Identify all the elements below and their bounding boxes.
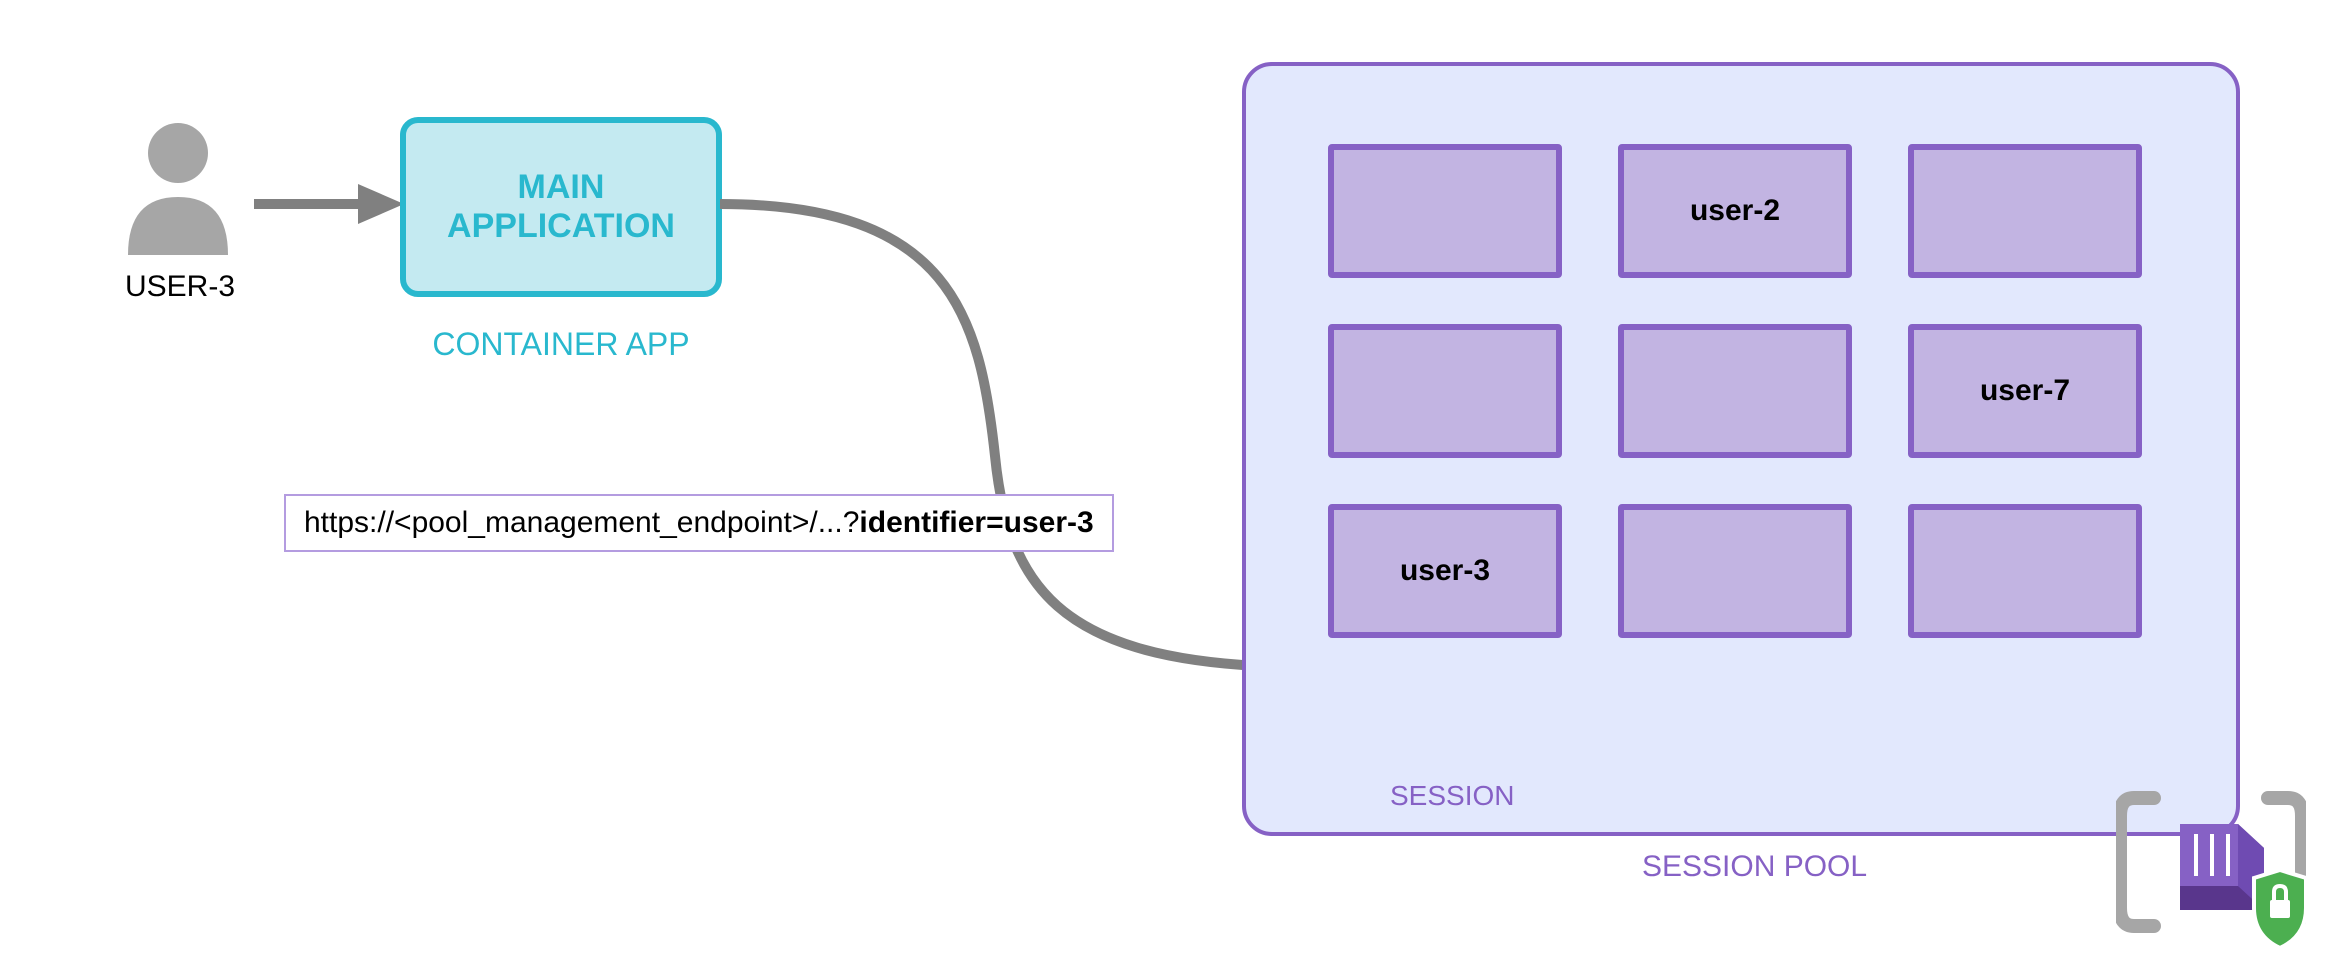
session-box	[1618, 324, 1852, 458]
url-identifier: identifier=user-3	[859, 506, 1093, 539]
sessions-grid: user-2 user-7 user-3	[1328, 144, 2142, 638]
session-box	[1908, 504, 2142, 638]
url-box: https://<pool_management_endpoint>/...?i…	[284, 494, 1114, 552]
container-app-subtitle: CONTAINER APP	[400, 326, 722, 363]
session-label: SESSION	[1390, 780, 1514, 812]
container-apps-icon	[2116, 780, 2306, 950]
session-box	[1618, 504, 1852, 638]
session-box: user-7	[1908, 324, 2142, 458]
user-icon	[118, 115, 238, 255]
session-box	[1328, 144, 1562, 278]
main-application-title: MAIN APPLICATION	[447, 168, 675, 246]
url-prefix: https://<pool_management_endpoint>/...?	[304, 506, 859, 539]
arrow-app-to-pool	[720, 196, 1320, 706]
session-box: user-2	[1618, 144, 1852, 278]
session-pool-label: SESSION POOL	[1642, 850, 1867, 884]
session-box	[1328, 324, 1562, 458]
arrow-user-to-app	[254, 174, 404, 234]
user-label: USER-3	[110, 270, 250, 304]
session-box: user-3	[1328, 504, 1562, 638]
main-application-box: MAIN APPLICATION	[400, 117, 722, 297]
session-box	[1908, 144, 2142, 278]
